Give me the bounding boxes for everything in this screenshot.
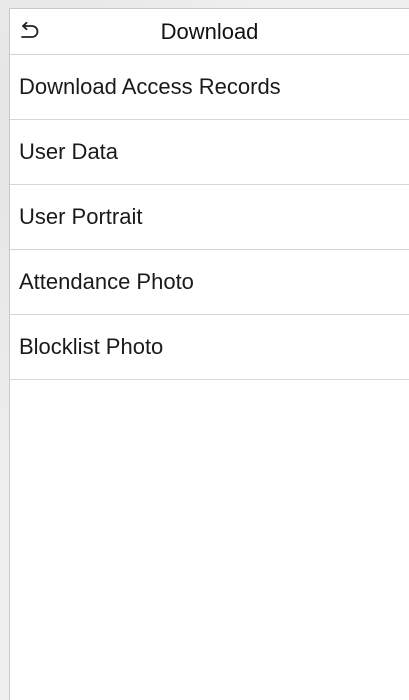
download-screen: Download Download Access Records User Da…: [9, 8, 409, 700]
page-title: Download: [160, 19, 259, 44]
menu-item-attendance-photo[interactable]: Attendance Photo: [10, 250, 409, 315]
menu-item-label: User Data: [19, 139, 119, 164]
menu-item-download-access-records[interactable]: Download Access Records: [10, 55, 409, 120]
menu-item-label: Blocklist Photo: [19, 334, 164, 359]
download-menu: Download Access Records User Data User P…: [10, 55, 409, 380]
back-arrow-icon: [19, 22, 41, 42]
menu-item-label: Download Access Records: [19, 74, 281, 99]
menu-item-user-portrait[interactable]: User Portrait: [10, 185, 409, 250]
back-button[interactable]: [16, 18, 44, 46]
title-bar: Download: [10, 9, 409, 55]
menu-item-label: User Portrait: [19, 204, 143, 229]
menu-item-blocklist-photo[interactable]: Blocklist Photo: [10, 315, 409, 380]
menu-item-label: Attendance Photo: [19, 269, 194, 294]
menu-item-user-data[interactable]: User Data: [10, 120, 409, 185]
